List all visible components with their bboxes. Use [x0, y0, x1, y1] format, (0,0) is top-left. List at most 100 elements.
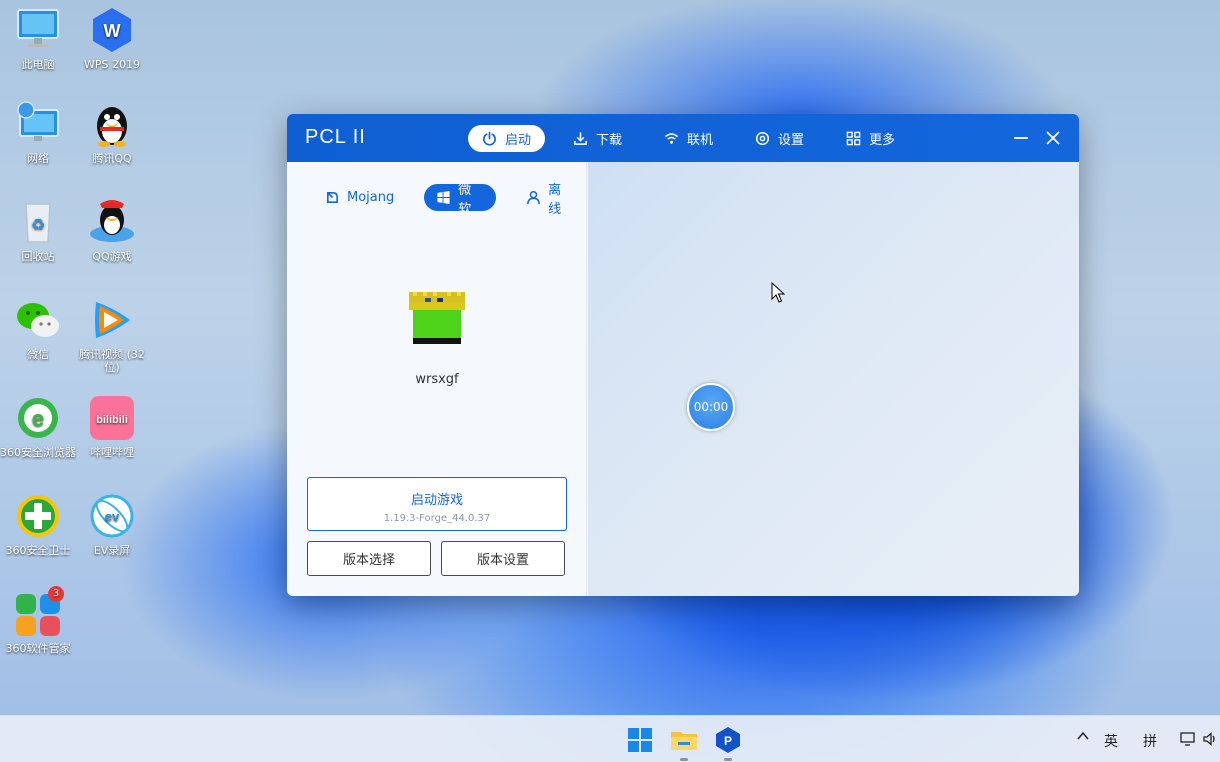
- person-icon: [527, 190, 540, 205]
- grid-icon: [846, 131, 861, 146]
- desktop-icon-this-pc[interactable]: 此电脑: [0, 6, 76, 71]
- svg-text:♻: ♻: [31, 215, 45, 234]
- tencent-video-icon: [88, 296, 136, 344]
- minimize-button[interactable]: [1011, 128, 1031, 148]
- nav-label: 下载: [596, 133, 623, 148]
- title-bar[interactable]: PCL II 启动 下载 联机 设置 更多: [287, 114, 1079, 162]
- desktop-icon-ev-recorder[interactable]: ev EV录屏: [74, 492, 150, 557]
- running-indicator: [724, 758, 732, 761]
- network-monitor-icon: [1180, 732, 1195, 746]
- 360-security-icon: [14, 492, 62, 540]
- ime-mode[interactable]: 拼: [1143, 731, 1157, 751]
- nav-multiplayer[interactable]: 联机: [650, 125, 727, 152]
- version-settings-button[interactable]: 版本设置: [441, 541, 565, 576]
- desktop-icon-label: 360软件管家: [5, 642, 71, 655]
- download-icon: [574, 132, 587, 145]
- version-select-button[interactable]: 版本选择: [307, 541, 431, 576]
- bilibili-icon: bilibili: [88, 394, 136, 442]
- qq-penguin-icon: [88, 100, 136, 148]
- nav-more[interactable]: 更多: [832, 125, 909, 152]
- nav-label: 更多: [869, 133, 896, 148]
- mojang-icon: [327, 192, 338, 203]
- launch-panel: Mojang 微软 离线 wrsxgf 启动游戏 1.19.3-Forge_44…: [287, 162, 587, 596]
- tab-label: Mojang: [347, 190, 395, 205]
- chevron-up-icon: [1077, 731, 1089, 740]
- svg-text:W: W: [104, 21, 121, 41]
- nav-download[interactable]: 下载: [559, 125, 636, 152]
- ime-language[interactable]: 英: [1104, 731, 1118, 751]
- 360-browser-icon: e: [14, 394, 62, 442]
- nav-label: 启动: [505, 133, 532, 148]
- desktop-icon-label: 回收站: [21, 250, 55, 263]
- running-indicator: [680, 758, 688, 761]
- desktop-icon-360-security[interactable]: 360安全卫士: [0, 492, 76, 557]
- close-icon: [1046, 131, 1060, 145]
- desktop-icon-label: 哔哩哔哩: [90, 446, 134, 459]
- desktop-icon-360-software[interactable]: 3 360软件管家: [0, 586, 76, 655]
- close-button[interactable]: [1043, 128, 1063, 148]
- recycle-bin-icon: ♻: [14, 198, 62, 246]
- account-type-tabs: Mojang 微软 离线: [313, 183, 586, 217]
- desktop-icon-label: 网络: [27, 152, 49, 165]
- desktop-icon-label: 360安全浏览器: [0, 446, 76, 459]
- nav-launch[interactable]: 启动: [468, 125, 546, 152]
- tab-microsoft[interactable]: 微软: [424, 183, 497, 217]
- monitor-icon: [14, 6, 62, 54]
- tab-label: 离线: [548, 182, 562, 217]
- start-button[interactable]: [625, 725, 655, 755]
- windows-icon: [437, 190, 450, 205]
- volume-button[interactable]: [1202, 731, 1218, 751]
- desktop-icon-wps[interactable]: W WPS 2019: [74, 6, 150, 71]
- desktop-icon-network[interactable]: 网络: [0, 100, 76, 165]
- desktop-icon-wechat[interactable]: 微信: [0, 296, 76, 361]
- desktop-icon-qq[interactable]: 腾讯QQ: [74, 100, 150, 165]
- 360-software-manager-icon: 3: [14, 586, 64, 638]
- nav-label: 联机: [687, 133, 714, 148]
- wechat-icon: [14, 296, 62, 344]
- ev-recorder-icon: ev: [88, 492, 136, 540]
- desktop-icon-label: 此电脑: [21, 58, 55, 71]
- desktop-icon-qq-game[interactable]: QQ游戏: [74, 198, 150, 263]
- desktop-icon-label: 微信: [27, 348, 49, 361]
- svg-text:e: e: [32, 406, 44, 431]
- desktop-icon-bilibili[interactable]: bilibili 哔哩哔哩: [74, 394, 150, 459]
- wifi-icon: [664, 133, 679, 144]
- nav-settings[interactable]: 设置: [741, 125, 818, 152]
- tab-label: 微软: [458, 182, 472, 217]
- mouse-cursor-icon: [771, 281, 786, 304]
- player-name: wrsxgf: [415, 372, 459, 387]
- pcl-app-icon: P: [716, 727, 740, 753]
- svg-text:bilibili: bilibili: [96, 414, 128, 426]
- tray-overflow-button[interactable]: [1076, 729, 1090, 747]
- desktop-icon-tencent-video[interactable]: 腾讯视频 (32位): [74, 296, 150, 374]
- desktop-icon-label: 360安全卫士: [5, 544, 71, 557]
- content-panel: 00:00: [588, 162, 1079, 596]
- tab-offline[interactable]: 离线: [514, 183, 586, 217]
- network-status-button[interactable]: [1180, 731, 1196, 751]
- taskbar-pcl[interactable]: P: [713, 725, 743, 761]
- launch-version: 1.19.3-Forge_44.0.37: [383, 513, 491, 524]
- desktop-icon-360-browser[interactable]: e 360安全浏览器: [0, 394, 76, 459]
- desktop-icon-label: EV录屏: [93, 544, 131, 557]
- notification-badge: 3: [48, 586, 64, 602]
- desktop-icon-label: 腾讯QQ: [92, 152, 132, 165]
- speaker-icon: [1203, 732, 1215, 746]
- desktop-icon-label: 腾讯视频 (32位): [79, 348, 145, 374]
- tab-mojang[interactable]: Mojang: [313, 184, 406, 211]
- launch-game-button[interactable]: 启动游戏 1.19.3-Forge_44.0.37: [307, 477, 567, 531]
- player-avatar[interactable]: [409, 292, 465, 344]
- desktop-icon-label: WPS 2019: [84, 58, 140, 71]
- nav-label: 设置: [778, 133, 805, 148]
- qq-game-icon: [88, 198, 136, 246]
- gear-icon: [755, 131, 770, 146]
- windows-start-icon: [628, 728, 652, 752]
- desktop-icon-recycle-bin[interactable]: ♻ 回收站: [0, 198, 76, 263]
- desktop-icon-label: QQ游戏: [92, 250, 132, 263]
- recording-timer[interactable]: 00:00: [687, 383, 735, 431]
- svg-text:P: P: [724, 734, 732, 748]
- taskbar: P 英 拼: [0, 715, 1220, 762]
- main-nav: 启动 下载 联机 设置 更多: [468, 125, 909, 152]
- taskbar-file-explorer[interactable]: [669, 725, 699, 761]
- wps-icon: W: [88, 6, 136, 54]
- network-icon: [14, 100, 62, 148]
